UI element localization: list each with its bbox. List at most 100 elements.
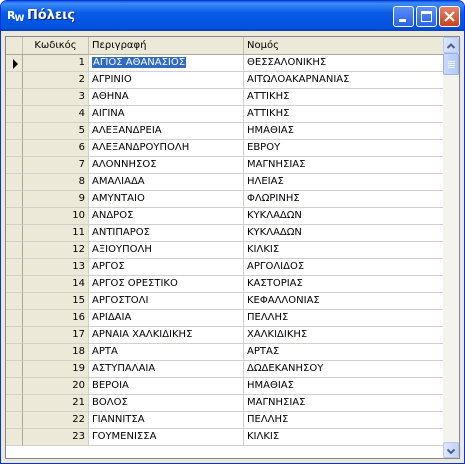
cell-description[interactable]: ΑΜΑΛΙΑΔΑ	[89, 174, 244, 191]
cell-nomos[interactable]: ΔΩΔΕΚΑΝΗΣΟΥ	[244, 361, 443, 378]
row-indicator[interactable]	[6, 259, 23, 276]
cell-nomos[interactable]: ΕΒΡΟΥ	[244, 140, 443, 157]
cell-description[interactable]: ΒΕΡΟΙΑ	[89, 378, 244, 395]
cell-code[interactable]: 6	[23, 140, 89, 157]
cell-nomos[interactable]: ΧΑΛΚΙΔΙΚΗΣ	[244, 327, 443, 344]
cell-nomos[interactable]: ΗΜΑΘΙΑΣ	[244, 123, 443, 140]
cell-code[interactable]: 14	[23, 276, 89, 293]
cell-code[interactable]: 17	[23, 327, 89, 344]
cell-description[interactable]: ΑΡΓΟΣ ΟΡΕΣΤΙΚΟ	[89, 276, 244, 293]
cell-description[interactable]: ΑΡΤΑ	[89, 344, 244, 361]
cell-nomos[interactable]: ΠΕΛΛΗΣ	[244, 310, 443, 327]
table-row[interactable]: 2 ΑΓΡΙΝΙΟ ΑΙΤΩΛΟΑΚΑΡΝΑΝΙΑΣ	[6, 72, 443, 89]
cell-code[interactable]: 20	[23, 378, 89, 395]
cell-code[interactable]: 16	[23, 310, 89, 327]
cell-code[interactable]: 9	[23, 191, 89, 208]
cell-nomos[interactable]: ΚΙΛΚΙΣ	[244, 242, 443, 259]
close-button[interactable]	[439, 6, 460, 27]
table-row[interactable]: 15 ΑΡΓΟΣΤΟΛΙ ΚΕΦΑΛΛΟΝΙΑΣ	[6, 293, 443, 310]
row-indicator[interactable]	[6, 106, 23, 123]
cell-code[interactable]: 22	[23, 412, 89, 429]
cell-description[interactable]: ΑΜΥΝΤΑΙΟ	[89, 191, 244, 208]
cell-description[interactable]: ΑΙΓΙΝΑ	[89, 106, 244, 123]
row-indicator[interactable]	[6, 327, 23, 344]
cell-code[interactable]: 23	[23, 429, 89, 446]
row-indicator[interactable]	[6, 72, 23, 89]
row-indicator[interactable]	[6, 429, 23, 446]
scroll-up-button[interactable]	[443, 37, 459, 53]
row-indicator[interactable]	[6, 361, 23, 378]
cell-nomos[interactable]: ΑΙΤΩΛΟΑΚΑΡΝΑΝΙΑΣ	[244, 72, 443, 89]
cell-description[interactable]: ΑΛΕΞΑΝΔΡΕΙΑ	[89, 123, 244, 140]
row-indicator[interactable]	[6, 293, 23, 310]
row-indicator[interactable]	[6, 89, 23, 106]
row-indicator[interactable]	[6, 395, 23, 412]
column-header-description[interactable]: Περιγραφή	[89, 37, 244, 54]
table-row[interactable]: 21 ΒΟΛΟΣ ΜΑΓΝΗΣΙΑΣ	[6, 395, 443, 412]
cell-nomos[interactable]: ΠΕΛΛΗΣ	[244, 412, 443, 429]
column-header-nomos[interactable]: Νομός	[244, 37, 443, 54]
table-row[interactable]: 4 ΑΙΓΙΝΑ ΑΤΤΙΚΗΣ	[6, 106, 443, 123]
cell-nomos[interactable]: ΑΤΤΙΚΗΣ	[244, 89, 443, 106]
cell-nomos[interactable]: ΚΕΦΑΛΛΟΝΙΑΣ	[244, 293, 443, 310]
scroll-thumb[interactable]	[443, 53, 459, 75]
cell-nomos[interactable]: ΘΕΣΣΑΛΟΝΙΚΗΣ	[244, 55, 443, 72]
cell-code[interactable]: 13	[23, 259, 89, 276]
cell-description[interactable]: ΓΙΑΝΝΙΤΣΑ	[89, 412, 244, 429]
cell-nomos[interactable]: ΗΛΕΙΑΣ	[244, 174, 443, 191]
cell-nomos[interactable]: ΜΑΓΝΗΣΙΑΣ	[244, 157, 443, 174]
cell-code[interactable]: 21	[23, 395, 89, 412]
row-indicator[interactable]	[6, 174, 23, 191]
title-bar[interactable]: RW Πόλεις	[1, 1, 464, 31]
table-row[interactable]: 23 ΓΟΥΜΕΝΙΣΣΑ ΚΙΛΚΙΣ	[6, 429, 443, 446]
cell-code[interactable]: 8	[23, 174, 89, 191]
cell-description[interactable]: ΑΣΤΥΠΑΛΑΙΑ	[89, 361, 244, 378]
row-indicator[interactable]	[6, 157, 23, 174]
cell-description[interactable]: ΑΡΙΔΑΙΑ	[89, 310, 244, 327]
table-row[interactable]: 13 ΑΡΓΟΣ ΑΡΓΟΛΙΔΟΣ	[6, 259, 443, 276]
row-indicator[interactable]	[6, 412, 23, 429]
cell-description[interactable]: ΑΡΓΟΣΤΟΛΙ	[89, 293, 244, 310]
cell-code[interactable]: 3	[23, 89, 89, 106]
cell-nomos[interactable]: ΚΙΛΚΙΣ	[244, 429, 443, 446]
row-indicator[interactable]	[6, 378, 23, 395]
table-row[interactable]: 5 ΑΛΕΞΑΝΔΡΕΙΑ ΗΜΑΘΙΑΣ	[6, 123, 443, 140]
table-row[interactable]: 10 ΑΝΔΡΟΣ ΚΥΚΛΑΔΩΝ	[6, 208, 443, 225]
cell-code[interactable]: 7	[23, 157, 89, 174]
table-row[interactable]: 3 ΑΘΗΝΑ ΑΤΤΙΚΗΣ	[6, 89, 443, 106]
cell-code[interactable]: 19	[23, 361, 89, 378]
table-row[interactable]: 1 ΑΓΙΟΣ ΑΘΑΝΑΣΙΟΣ ΘΕΣΣΑΛΟΝΙΚΗΣ	[6, 55, 443, 72]
column-header-code[interactable]: Κωδικός	[23, 37, 89, 54]
row-indicator[interactable]	[6, 310, 23, 327]
cell-description[interactable]: ΑΡΓΟΣ	[89, 259, 244, 276]
cell-description[interactable]: ΑΝΔΡΟΣ	[89, 208, 244, 225]
table-row[interactable]: 7 ΑΛΟΝΝΗΣΟΣ ΜΑΓΝΗΣΙΑΣ	[6, 157, 443, 174]
row-indicator[interactable]	[6, 123, 23, 140]
row-indicator[interactable]	[6, 242, 23, 259]
cell-description[interactable]: ΑΝΤΙΠΑΡΟΣ	[89, 225, 244, 242]
row-indicator[interactable]	[6, 344, 23, 361]
table-row[interactable]: 22 ΓΙΑΝΝΙΤΣΑ ΠΕΛΛΗΣ	[6, 412, 443, 429]
cell-code[interactable]: 15	[23, 293, 89, 310]
cell-description[interactable]: ΒΟΛΟΣ	[89, 395, 244, 412]
minimize-button[interactable]	[393, 6, 414, 27]
cell-nomos[interactable]: ΗΜΑΘΙΑΣ	[244, 378, 443, 395]
cell-nomos[interactable]: ΑΡΤΑΣ	[244, 344, 443, 361]
maximize-button[interactable]	[416, 6, 437, 27]
cell-code[interactable]: 5	[23, 123, 89, 140]
table-row[interactable]: 14 ΑΡΓΟΣ ΟΡΕΣΤΙΚΟ ΚΑΣΤΟΡΙΑΣ	[6, 276, 443, 293]
cell-code[interactable]: 1	[23, 55, 89, 72]
cell-nomos[interactable]: ΑΡΓΟΛΙΔΟΣ	[244, 259, 443, 276]
row-indicator[interactable]	[6, 55, 23, 72]
scroll-down-button[interactable]	[443, 442, 459, 458]
row-indicator[interactable]	[6, 140, 23, 157]
cell-nomos[interactable]: ΜΑΓΝΗΣΙΑΣ	[244, 395, 443, 412]
cell-description[interactable]: ΑΓΡΙΝΙΟ	[89, 72, 244, 89]
table-row[interactable]: 19 ΑΣΤΥΠΑΛΑΙΑ ΔΩΔΕΚΑΝΗΣΟΥ	[6, 361, 443, 378]
cell-description[interactable]: ΑΘΗΝΑ	[89, 89, 244, 106]
cell-code[interactable]: 2	[23, 72, 89, 89]
cell-description[interactable]: ΓΟΥΜΕΝΙΣΣΑ	[89, 429, 244, 446]
cell-nomos[interactable]: ΚΑΣΤΟΡΙΑΣ	[244, 276, 443, 293]
cell-code[interactable]: 4	[23, 106, 89, 123]
table-row[interactable]: 12 ΑΞΙΟΥΠΟΛΗ ΚΙΛΚΙΣ	[6, 242, 443, 259]
